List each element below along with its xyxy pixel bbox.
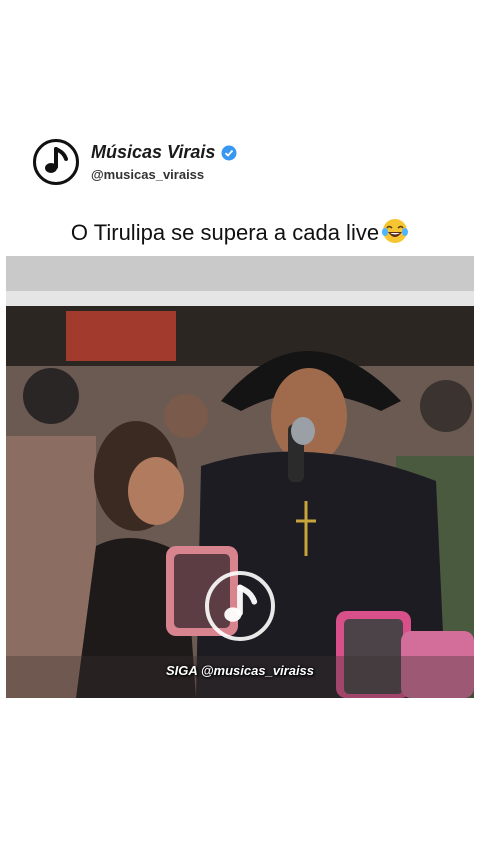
music-note-icon (224, 584, 258, 622)
video-player[interactable]: SIGA @musicas_viraiss (6, 256, 474, 698)
profile-logo[interactable] (33, 139, 79, 185)
watermark-logo (205, 571, 275, 641)
profile-name[interactable]: Músicas Virais (91, 142, 215, 163)
post-caption: O Tirulipa se supera a cada live (0, 218, 480, 246)
verified-badge-icon (221, 145, 237, 160)
laughing-emoji-icon (382, 219, 409, 243)
profile-header: Músicas Virais @musicas_viraiss (33, 130, 237, 194)
video-watermark: SIGA @musicas_viraiss (6, 571, 474, 678)
music-note-icon (45, 147, 68, 173)
watermark-text: SIGA @musicas_viraiss (165, 663, 315, 678)
caption-text: O Tirulipa se supera a cada live (70, 220, 380, 245)
profile-handle[interactable]: @musicas_viraiss (91, 167, 237, 182)
